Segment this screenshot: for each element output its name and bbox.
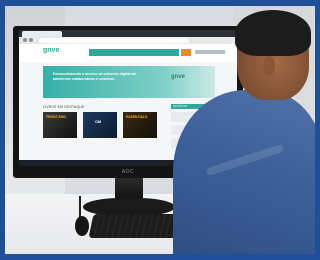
monitor-stand-neck	[115, 178, 143, 200]
site-nav[interactable]	[89, 49, 179, 56]
hero-banner: Democratizando o acesso ao universo digi…	[43, 66, 215, 98]
nav-highlight-item[interactable]	[181, 49, 191, 56]
back-icon[interactable]	[23, 38, 27, 42]
browser-addressbar	[19, 37, 237, 44]
url-field[interactable]	[39, 38, 189, 43]
hero-title: Democratizando o acesso ao universo digi…	[53, 72, 137, 81]
browser-tabbar	[19, 30, 237, 37]
mouse-cable	[79, 196, 81, 218]
keyboard	[88, 214, 186, 238]
book-title: ESSENTIALS	[126, 115, 148, 119]
site-logo[interactable]: gnve	[43, 47, 59, 54]
person-hair	[235, 10, 311, 56]
book-card[interactable]: CIM	[83, 112, 117, 138]
site-header: gnve	[19, 44, 237, 62]
books-section-label: LIVROS EM DESTAQUE	[43, 105, 85, 109]
photo-frame: gnve Democratizando o acesso ao universo…	[5, 6, 315, 254]
sidebar-label: NOTÍCIAS	[173, 104, 188, 108]
hero-logo: gnve	[171, 74, 186, 80]
book-title: FRONT-END	[46, 115, 66, 119]
monitor-brand-logo: AOC	[121, 169, 135, 175]
nav-extra-links[interactable]	[195, 50, 225, 54]
person-shirt	[173, 90, 315, 254]
book-card[interactable]: ESSENTIALS	[123, 112, 157, 138]
book-title: CIM	[95, 120, 102, 124]
mouse	[75, 216, 89, 236]
reload-icon[interactable]	[29, 38, 33, 42]
person-ear	[263, 56, 275, 76]
book-card[interactable]: FRONT-END	[43, 112, 77, 138]
